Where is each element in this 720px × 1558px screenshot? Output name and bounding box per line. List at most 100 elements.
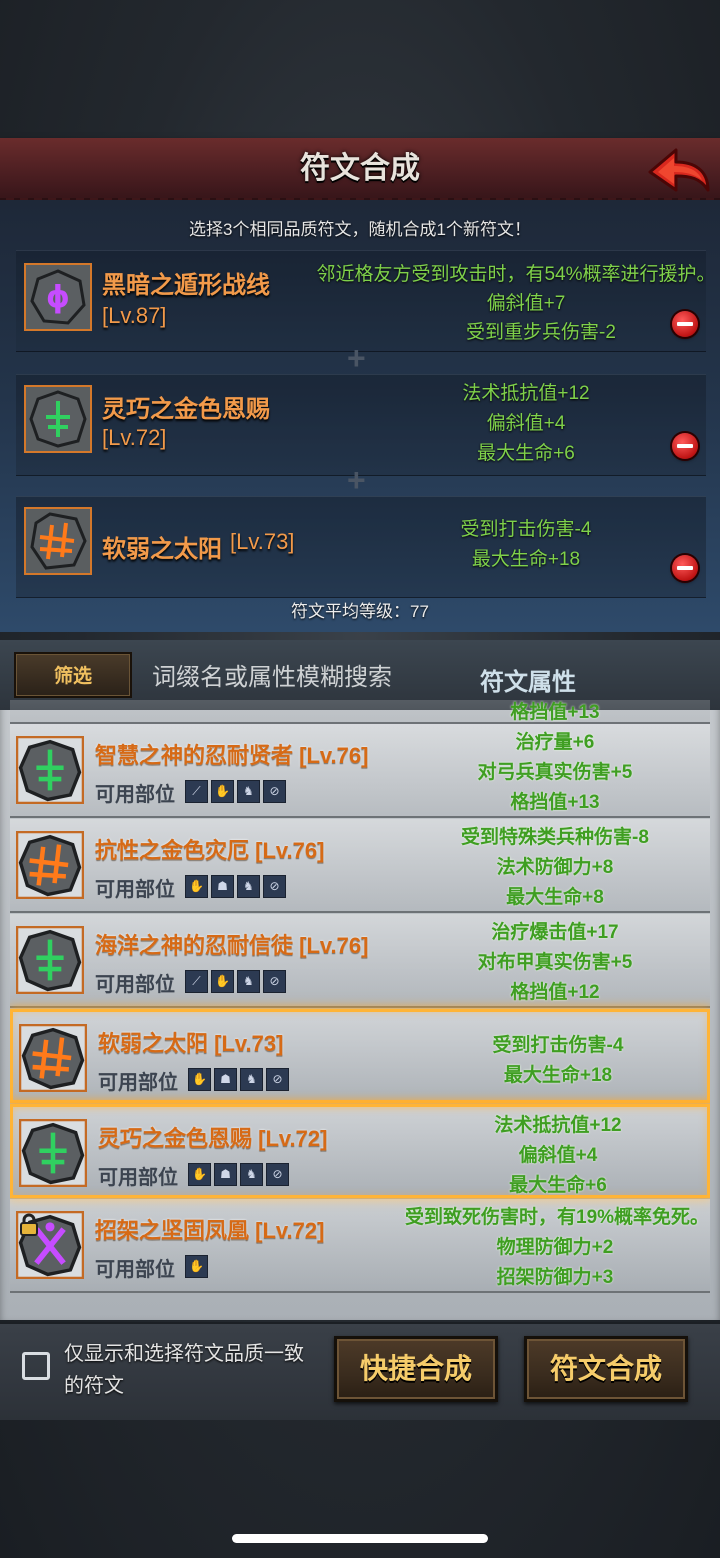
rune-name: 智慧之神的忍耐贤者 [Lv.76]	[95, 743, 369, 768]
plus-icon: +	[347, 462, 366, 498]
slot-icons: ⟋ ✋ ♞ ⊘	[185, 780, 286, 803]
rune-stats: 治疗量+6 对弓兵真实伤害+5 格挡值+13	[405, 728, 705, 818]
filter-button[interactable]: 筛选	[14, 652, 132, 698]
rune-stat: 邻近格友方受到攻击时，有54%概率进行援护。	[316, 264, 716, 285]
lock-icon	[20, 1213, 38, 1236]
rune-stone-icon	[16, 831, 84, 899]
rune-level: [Lv.72]	[102, 425, 167, 450]
rune-stat: 法术抵抗值+12	[462, 383, 590, 404]
average-level-text: 符文平均等级：77	[291, 602, 429, 621]
rune-stats: 法术抵抗值+12 偏斜值+4 最大生命+6	[408, 1111, 708, 1201]
equipment-slot-icon: ⊘	[263, 780, 286, 803]
rune-icon	[16, 1211, 84, 1279]
equipment-slot-icon: ⟋	[185, 780, 208, 803]
list-item[interactable]: 招架之坚固凤凰 [Lv.72] 可用部位 ✋ 受到致死伤害时，有19%概率免死。物…	[10, 1199, 710, 1293]
available-slots-label: 可用部位	[95, 784, 175, 806]
rune-stat: 对布甲真实伤害+5	[477, 952, 633, 973]
list-item[interactable]: 抗性之金色灾厄 [Lv.76] 可用部位 ✋ ☗ ♞ ⊘ 受到特殊类兵种伤害-8 法术防御…	[10, 819, 710, 913]
selected-rune-slot-3[interactable]: 软弱之太阳 [Lv.73] 受到打击伤害-4 最大生命+18	[16, 496, 706, 598]
equipment-slot-icon: ✋	[188, 1068, 211, 1091]
rune-icon	[24, 507, 92, 575]
plus-icon: +	[347, 340, 366, 376]
equipment-slot-icon: ☗	[214, 1163, 237, 1186]
remove-rune-button[interactable]	[672, 555, 698, 581]
available-slots-label: 可用部位	[98, 1167, 178, 1189]
rune-stat: 受到打击伤害-4	[460, 519, 592, 540]
rune-name: 海洋之神的忍耐信徒 [Lv.76]	[95, 933, 369, 958]
rune-list[interactable]: 格挡值+13 智慧之神的忍耐贤者 [Lv.76] 可用部位 ⟋ ✋ ♞ ⊘ 治疗量+6 对…	[10, 700, 710, 1300]
rune-synthesize-button[interactable]: 符文合成	[524, 1336, 688, 1402]
available-slots-label: 可用部位	[95, 974, 175, 996]
slot-icons: ✋ ☗ ♞ ⊘	[188, 1163, 289, 1186]
svg-text:ϕ: ϕ	[46, 280, 70, 315]
rune-icon	[24, 385, 92, 453]
list-item[interactable]: 软弱之太阳 [Lv.73] 可用部位 ✋ ☗ ♞ ⊘ 受到打击伤害-4 最大生命+18	[10, 1009, 710, 1103]
equipment-slot-icon: ✋	[185, 1255, 208, 1278]
rune-name: 抗性之金色灾厄 [Lv.76]	[95, 838, 325, 863]
rune-stat: 受到特殊类兵种伤害-8	[461, 827, 649, 848]
rune-icon: ϕ	[24, 263, 92, 331]
rune-name: 灵巧之金色恩赐	[102, 396, 270, 423]
instruction-text: 选择3个相同品质符文，随机合成1个新符文！	[189, 220, 531, 239]
back-button[interactable]	[646, 144, 712, 196]
rune-stat: 最大生命+8	[506, 887, 604, 908]
rune-attribute-label[interactable]: 符文属性	[480, 662, 576, 697]
rune-stat: 法术防御力+8	[496, 857, 614, 878]
quick-synthesize-button[interactable]: 快捷合成	[334, 1336, 498, 1402]
search-input[interactable]	[150, 652, 454, 704]
rune-stone-icon	[19, 1024, 87, 1092]
rune-icon	[19, 1024, 87, 1092]
rune-stat: 受到致死伤害时，有19%概率免死。	[405, 1207, 710, 1228]
rune-stat: 偏斜值+7	[486, 293, 566, 314]
home-indicator[interactable]	[232, 1534, 488, 1543]
remove-rune-button[interactable]	[672, 433, 698, 459]
rune-stat: 治疗量+6	[515, 732, 595, 753]
rune-stat: 对弓兵真实伤害+5	[477, 762, 633, 783]
equipment-slot-icon: ✋	[185, 875, 208, 898]
rune-stat: 偏斜值+4	[486, 413, 566, 434]
available-slots-label: 可用部位	[95, 879, 175, 901]
quality-filter-checkbox[interactable]	[22, 1352, 50, 1380]
equipment-slot-icon: ⊘	[266, 1068, 289, 1091]
selected-rune-slot-2[interactable]: 灵巧之金色恩赐 [Lv.72] 法术抵抗值+12 偏斜值+4 最大生命+6	[16, 374, 706, 476]
rune-stat: 物理防御力+2	[496, 1237, 614, 1258]
title-bar: 符文合成	[0, 138, 720, 200]
remove-rune-button[interactable]	[672, 311, 698, 337]
equipment-slot-icon: ⊘	[266, 1163, 289, 1186]
rune-name: 黑暗之遁形战线	[102, 272, 270, 299]
rune-icon	[16, 926, 84, 994]
rune-level: [Lv.87]	[102, 303, 167, 328]
rune-stat: 格挡值+13	[510, 792, 600, 813]
rune-name: 灵巧之金色恩赐 [Lv.72]	[98, 1126, 328, 1151]
rune-stat: 法术抵抗值+12	[494, 1115, 622, 1136]
rune-stats: 治疗爆击值+17 对布甲真实伤害+5 格挡值+12	[405, 918, 705, 1008]
list-item[interactable]: 智慧之神的忍耐贤者 [Lv.76] 可用部位 ⟋ ✋ ♞ ⊘ 治疗量+6 对弓兵真实伤害+…	[10, 724, 710, 818]
page-title: 符文合成	[300, 152, 420, 185]
rune-stat: 格挡值+12	[510, 982, 600, 1003]
rune-icon	[19, 1119, 87, 1187]
list-item[interactable]: 格挡值+13	[10, 700, 710, 724]
equipment-slot-icon: ⊘	[263, 970, 286, 993]
selected-rune-slot-1[interactable]: ϕ 黑暗之遁形战线 [Lv.87] 邻近格友方受到攻击时，有54%概率进行援护。…	[16, 250, 716, 352]
list-item[interactable]: 海洋之神的忍耐信徒 [Lv.76] 可用部位 ⟋ ✋ ♞ ⊘ 治疗爆击值+17 对布甲真实…	[10, 914, 710, 1008]
rune-stats: 受到打击伤害-4 最大生命+18	[408, 1016, 708, 1091]
equipment-slot-icon: ♞	[240, 1068, 263, 1091]
equipment-slot-icon: ✋	[211, 970, 234, 993]
checkbox-label: 仅显示和选择符文品质一致的符文	[64, 1343, 304, 1397]
equipment-slot-icon: ☗	[214, 1068, 237, 1091]
rune-name: 软弱之太阳 [Lv.73]	[98, 1031, 284, 1056]
rune-stat: 受到重步兵伤害-2	[466, 322, 616, 343]
rune-stone-icon	[16, 926, 84, 994]
rune-stone-icon	[16, 736, 84, 804]
equipment-slot-icon: ♞	[237, 970, 260, 993]
list-item[interactable]: 灵巧之金色恩赐 [Lv.72] 可用部位 ✋ ☗ ♞ ⊘ 法术抵抗值+12 偏斜值+4 最大…	[10, 1104, 710, 1198]
rune-stat: 最大生命+18	[471, 549, 581, 570]
rune-stat: 治疗爆击值+17	[491, 922, 619, 943]
slot-icons: ✋ ☗ ♞ ⊘	[185, 875, 286, 898]
equipment-slot-icon: ✋	[188, 1163, 211, 1186]
rune-stat: 最大生命+6	[509, 1175, 607, 1196]
equipment-slot-icon: ♞	[237, 875, 260, 898]
rune-name: 招架之坚固凤凰 [Lv.72]	[95, 1218, 325, 1243]
rune-icon	[16, 736, 84, 804]
rune-stone-icon	[30, 512, 87, 570]
